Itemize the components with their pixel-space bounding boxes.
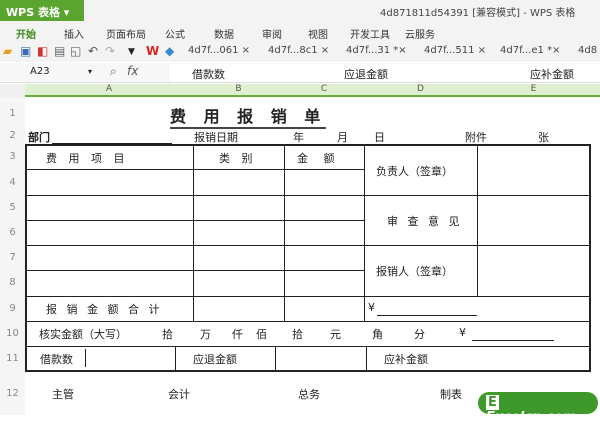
signer-label: 制表: [440, 388, 462, 401]
header-amount: 金 额: [297, 152, 341, 165]
verify-underline: [472, 340, 554, 341]
row-header[interactable]: 12: [0, 388, 25, 399]
yen-sign: ¥: [459, 326, 466, 339]
fx-icon[interactable]: fx: [127, 64, 138, 78]
signer-label: 总务: [298, 388, 320, 401]
print-icon[interactable]: ▤: [54, 44, 65, 58]
supplement-label: 应补金额: [384, 353, 428, 366]
dept-label: 部门: [28, 131, 50, 144]
attachment-label: 附件: [465, 131, 487, 144]
sheets-label: 张: [538, 131, 549, 144]
undo-icon[interactable]: ↶: [88, 44, 98, 58]
dropdown-icon[interactable]: ▼: [128, 47, 135, 57]
row-header[interactable]: 9: [0, 303, 25, 314]
formula-text: 借款数: [192, 68, 225, 81]
review-label: 审 查 意 见: [387, 215, 463, 228]
menu-developer[interactable]: 开发工具: [350, 26, 390, 41]
row-header[interactable]: 5: [0, 202, 25, 213]
watermark-e-icon: E: [486, 395, 499, 410]
row-header[interactable]: 6: [0, 227, 25, 238]
unit-label: 万: [200, 328, 211, 341]
menu-formula[interactable]: 公式: [165, 26, 185, 41]
menu-page-layout[interactable]: 页面布局: [106, 26, 146, 41]
cloud-icon[interactable]: ◆: [165, 44, 174, 58]
window-title: 4d871811d54391 [兼容模式] - WPS 表格: [380, 8, 576, 19]
unit-label: 角: [372, 328, 383, 341]
unit-label: 佰: [256, 328, 267, 341]
doc-tab[interactable]: 4d7f...31 *×: [346, 45, 407, 56]
column-header-c[interactable]: C: [284, 84, 364, 94]
row-header[interactable]: 4: [0, 177, 25, 188]
refund-label: 应退金额: [193, 353, 237, 366]
row-header[interactable]: 10: [0, 328, 25, 339]
total-underline: [377, 315, 477, 316]
month-label: 月: [337, 131, 348, 144]
menu-data[interactable]: 数据: [214, 26, 234, 41]
column-header-b[interactable]: B: [193, 84, 284, 94]
date-label: 报销日期: [194, 131, 238, 144]
day-label: 日: [374, 131, 385, 144]
zoom-search-icon[interactable]: ⌕: [110, 64, 117, 79]
doc-tab[interactable]: 4d8: [578, 45, 597, 56]
formula-text: 应退金额: [344, 68, 388, 81]
signer-label: 会计: [168, 388, 190, 401]
select-all-corner[interactable]: [0, 84, 25, 97]
doc-tab[interactable]: 4d7f...061 ×: [188, 45, 250, 56]
unit-label: 元: [330, 328, 341, 341]
wps-app-button[interactable]: WPS 表格 ▾: [0, 0, 84, 21]
row-header[interactable]: 8: [0, 277, 25, 288]
menu-home[interactable]: 开始: [16, 26, 36, 41]
unit-label: 分: [414, 328, 425, 341]
form-title: 费 用 报 销 单: [170, 103, 327, 129]
menu-cloud[interactable]: 云服务: [405, 26, 435, 41]
open-icon[interactable]: ▰: [3, 44, 12, 58]
row-header[interactable]: 3: [0, 151, 25, 162]
doc-tab[interactable]: 4d7f...8c1 ×: [268, 45, 329, 56]
claimant-label: 报销人（签章）: [376, 265, 453, 278]
menu-bar: [0, 22, 600, 42]
row-header[interactable]: 7: [0, 252, 25, 263]
name-box[interactable]: A23: [30, 66, 50, 77]
row-header[interactable]: 1: [0, 108, 25, 119]
yen-sign: ¥: [368, 301, 375, 314]
header-category: 类 别: [219, 152, 257, 165]
column-header-a[interactable]: A: [25, 84, 193, 94]
menu-insert[interactable]: 插入: [64, 26, 84, 41]
row-header[interactable]: 2: [0, 130, 25, 141]
doc-tab[interactable]: 4d7f...e1 *×: [500, 45, 560, 56]
redo-icon[interactable]: ↷: [105, 44, 115, 58]
year-label: 年: [293, 131, 304, 144]
total-label: 报 销 金 额 合 计: [46, 303, 163, 316]
responsible-label: 负责人（签章）: [376, 165, 453, 178]
column-header-d[interactable]: D: [364, 84, 477, 94]
doc-tab[interactable]: 4d7f...511 ×: [424, 45, 486, 56]
unit-label: 仟: [232, 328, 243, 341]
watermark-text: Excelcn.com: [486, 410, 577, 425]
app-name: WPS 表格: [6, 6, 60, 19]
column-header-e[interactable]: E: [477, 84, 590, 94]
loan-label: 借款数: [40, 353, 73, 366]
save-icon[interactable]: ▣: [20, 44, 31, 58]
unit-label: 拾: [162, 328, 173, 341]
menu-review[interactable]: 审阅: [262, 26, 282, 41]
menu-view[interactable]: 视图: [308, 26, 328, 41]
print-preview-icon[interactable]: ◧: [37, 44, 48, 58]
signer-label: 主管: [52, 388, 74, 401]
unit-label: 拾: [292, 328, 303, 341]
verified-amount-label: 核实金额（大写）: [39, 328, 127, 341]
preview-icon[interactable]: ◱: [70, 44, 81, 58]
header-expense-item: 费 用 项 目: [46, 152, 129, 165]
watermark-logo: E Excelcn.com: [478, 392, 598, 425]
row-header[interactable]: 11: [0, 353, 25, 364]
formula-text: 应补金额: [530, 68, 574, 81]
wps-logo-icon[interactable]: W: [146, 44, 159, 58]
name-box-dropdown-icon[interactable]: ▾: [88, 67, 92, 76]
